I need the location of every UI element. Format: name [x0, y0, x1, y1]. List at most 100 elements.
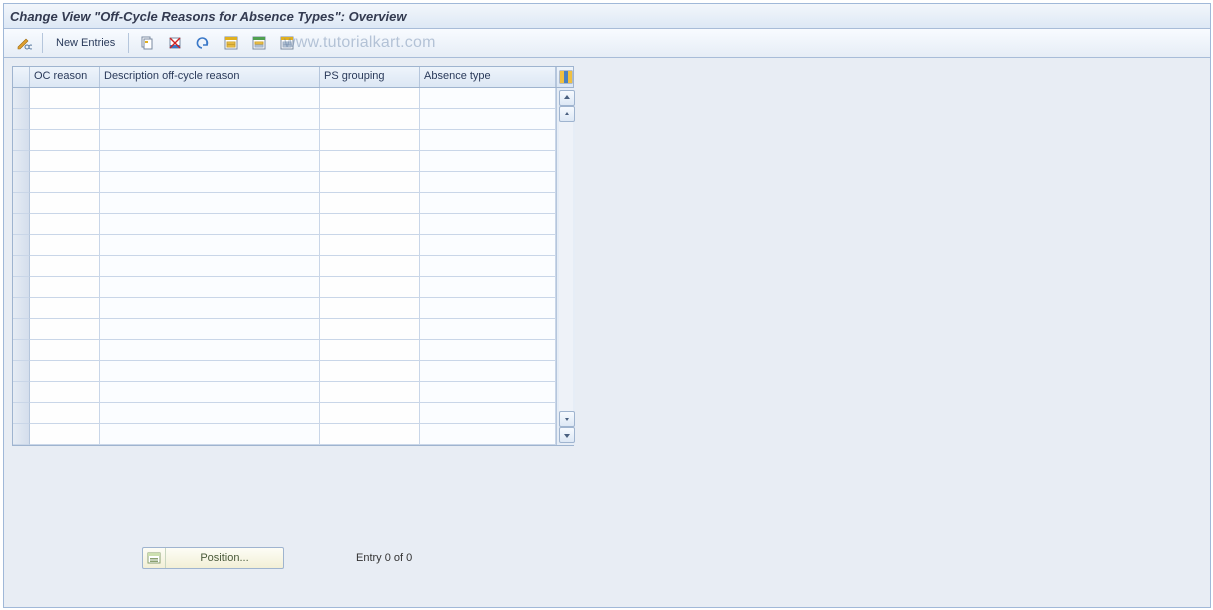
grid-corner[interactable]	[13, 67, 30, 87]
cell-ps_group[interactable]	[320, 172, 420, 193]
cell-abs_type[interactable]	[420, 88, 556, 109]
row-selector[interactable]	[13, 130, 30, 151]
row-selector[interactable]	[13, 319, 30, 340]
cell-abs_type[interactable]	[420, 277, 556, 298]
column-header-oc-reason[interactable]: OC reason	[30, 67, 100, 87]
row-selector[interactable]	[13, 403, 30, 424]
cell-desc[interactable]	[100, 235, 320, 256]
cell-oc_reason[interactable]	[30, 130, 100, 151]
row-selector[interactable]	[13, 382, 30, 403]
cell-abs_type[interactable]	[420, 319, 556, 340]
row-selector[interactable]	[13, 340, 30, 361]
cell-ps_group[interactable]	[320, 214, 420, 235]
cell-ps_group[interactable]	[320, 382, 420, 403]
cell-oc_reason[interactable]	[30, 151, 100, 172]
cell-ps_group[interactable]	[320, 403, 420, 424]
cell-oc_reason[interactable]	[30, 172, 100, 193]
row-selector[interactable]	[13, 235, 30, 256]
select-block-button[interactable]	[245, 32, 273, 54]
row-selector[interactable]	[13, 277, 30, 298]
cell-abs_type[interactable]	[420, 214, 556, 235]
cell-abs_type[interactable]	[420, 298, 556, 319]
cell-oc_reason[interactable]	[30, 235, 100, 256]
cell-desc[interactable]	[100, 109, 320, 130]
cell-desc[interactable]	[100, 256, 320, 277]
cell-ps_group[interactable]	[320, 298, 420, 319]
cell-abs_type[interactable]	[420, 403, 556, 424]
cell-abs_type[interactable]	[420, 151, 556, 172]
cell-abs_type[interactable]	[420, 193, 556, 214]
cell-oc_reason[interactable]	[30, 382, 100, 403]
cell-ps_group[interactable]	[320, 88, 420, 109]
delete-button[interactable]	[161, 32, 189, 54]
copy-as-button[interactable]	[133, 32, 161, 54]
cell-ps_group[interactable]	[320, 256, 420, 277]
new-entries-button[interactable]: New Entries	[47, 32, 124, 54]
row-selector[interactable]	[13, 151, 30, 172]
cell-oc_reason[interactable]	[30, 340, 100, 361]
scroll-page-down-button[interactable]	[559, 427, 575, 443]
row-selector[interactable]	[13, 172, 30, 193]
cell-desc[interactable]	[100, 130, 320, 151]
cell-oc_reason[interactable]	[30, 424, 100, 445]
cell-oc_reason[interactable]	[30, 214, 100, 235]
cell-oc_reason[interactable]	[30, 88, 100, 109]
row-selector[interactable]	[13, 88, 30, 109]
column-header-description[interactable]: Description off-cycle reason	[100, 67, 320, 87]
cell-ps_group[interactable]	[320, 193, 420, 214]
row-selector[interactable]	[13, 109, 30, 130]
undo-button[interactable]	[189, 32, 217, 54]
cell-ps_group[interactable]	[320, 340, 420, 361]
cell-abs_type[interactable]	[420, 361, 556, 382]
toggle-display-change-button[interactable]	[10, 32, 38, 54]
cell-desc[interactable]	[100, 151, 320, 172]
position-button[interactable]: Position...	[142, 547, 284, 569]
row-selector[interactable]	[13, 298, 30, 319]
cell-abs_type[interactable]	[420, 256, 556, 277]
cell-ps_group[interactable]	[320, 130, 420, 151]
cell-ps_group[interactable]	[320, 109, 420, 130]
cell-abs_type[interactable]	[420, 235, 556, 256]
cell-oc_reason[interactable]	[30, 361, 100, 382]
cell-oc_reason[interactable]	[30, 193, 100, 214]
row-selector[interactable]	[13, 361, 30, 382]
cell-abs_type[interactable]	[420, 340, 556, 361]
scroll-line-down-button[interactable]	[559, 411, 575, 427]
cell-oc_reason[interactable]	[30, 256, 100, 277]
select-all-button[interactable]	[217, 32, 245, 54]
cell-oc_reason[interactable]	[30, 298, 100, 319]
cell-oc_reason[interactable]	[30, 403, 100, 424]
row-selector[interactable]	[13, 214, 30, 235]
cell-abs_type[interactable]	[420, 130, 556, 151]
cell-desc[interactable]	[100, 193, 320, 214]
cell-ps_group[interactable]	[320, 361, 420, 382]
deselect-all-button[interactable]	[273, 32, 301, 54]
cell-desc[interactable]	[100, 214, 320, 235]
scroll-track[interactable]	[559, 122, 573, 411]
cell-desc[interactable]	[100, 172, 320, 193]
cell-ps_group[interactable]	[320, 235, 420, 256]
cell-desc[interactable]	[100, 88, 320, 109]
cell-desc[interactable]	[100, 382, 320, 403]
cell-abs_type[interactable]	[420, 109, 556, 130]
table-settings-button[interactable]	[556, 67, 575, 87]
cell-abs_type[interactable]	[420, 382, 556, 403]
cell-abs_type[interactable]	[420, 172, 556, 193]
scroll-page-up-button[interactable]	[559, 90, 575, 106]
row-selector[interactable]	[13, 193, 30, 214]
cell-ps_group[interactable]	[320, 277, 420, 298]
cell-desc[interactable]	[100, 277, 320, 298]
cell-desc[interactable]	[100, 403, 320, 424]
cell-ps_group[interactable]	[320, 424, 420, 445]
cell-oc_reason[interactable]	[30, 109, 100, 130]
cell-desc[interactable]	[100, 340, 320, 361]
row-selector[interactable]	[13, 256, 30, 277]
cell-desc[interactable]	[100, 361, 320, 382]
cell-oc_reason[interactable]	[30, 277, 100, 298]
cell-abs_type[interactable]	[420, 424, 556, 445]
cell-desc[interactable]	[100, 319, 320, 340]
cell-ps_group[interactable]	[320, 319, 420, 340]
row-selector[interactable]	[13, 424, 30, 445]
vertical-scrollbar[interactable]	[556, 88, 575, 445]
column-header-ps-grouping[interactable]: PS grouping	[320, 67, 420, 87]
